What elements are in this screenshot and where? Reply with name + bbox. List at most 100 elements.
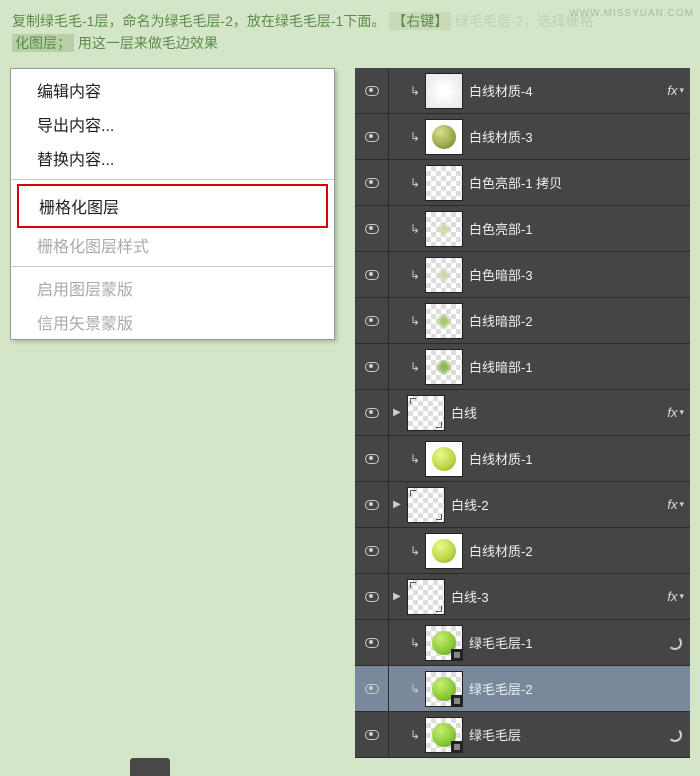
watermark: WWW.MISSYUAN.COM [569, 8, 694, 19]
layer-row[interactable]: ↳ 白色暗部-3 [355, 252, 690, 298]
layer-row[interactable]: ↳ 白线材质-2 [355, 528, 690, 574]
expand-arrow-icon[interactable]: ▶ [389, 499, 405, 510]
clip-arrow-icon: ↳ [409, 84, 421, 98]
layer-name[interactable]: 白线暗部-2 [469, 311, 690, 330]
layer-row[interactable]: ▶ 白线fx▾ [355, 390, 690, 436]
layer-name[interactable]: 绿毛毛层-2 [469, 679, 690, 698]
visibility-toggle[interactable] [355, 620, 389, 665]
smart-object-icon [451, 741, 463, 753]
layer-thumbnail[interactable] [425, 165, 463, 201]
layer-thumbnail[interactable] [425, 349, 463, 385]
visibility-toggle[interactable] [355, 436, 389, 481]
layer-thumbnail[interactable] [425, 625, 463, 661]
layer-name[interactable]: 白线材质-4 [469, 81, 667, 100]
layer-thumbnail[interactable] [425, 717, 463, 753]
menu-replace-content[interactable]: 替换内容... [11, 141, 334, 175]
layer-name[interactable]: 白线材质-1 [469, 449, 690, 468]
layer-thumbnail[interactable] [425, 303, 463, 339]
layer-name[interactable]: 白线材质-2 [469, 541, 690, 560]
eye-icon [365, 316, 379, 326]
layer-row[interactable]: ↳ 白线材质-3 [355, 114, 690, 160]
layer-row[interactable]: ↳绿毛毛层-2 [355, 666, 690, 712]
visibility-toggle[interactable] [355, 574, 389, 619]
layer-name[interactable]: 白色暗部-3 [469, 265, 690, 284]
clip-arrow-icon: ↳ [409, 544, 421, 558]
eye-icon [365, 86, 379, 96]
chevron-down-icon[interactable]: ▾ [679, 85, 684, 96]
layer-thumbnail[interactable] [407, 487, 445, 523]
chevron-down-icon[interactable]: ▾ [679, 591, 684, 602]
layer-thumbnail[interactable] [407, 579, 445, 615]
fx-indicator[interactable]: fx [667, 405, 677, 420]
eye-icon [365, 684, 379, 694]
visibility-toggle[interactable] [355, 160, 389, 205]
eye-icon [365, 362, 379, 372]
clip-arrow-icon: ↳ [409, 360, 421, 374]
layer-name[interactable]: 白线暗部-1 [469, 357, 690, 376]
layer-thumbnail[interactable] [425, 73, 463, 109]
menu-edit-content[interactable]: 编辑内容 [11, 73, 334, 107]
fx-indicator[interactable]: fx [667, 83, 677, 98]
layer-thumbnail[interactable] [425, 211, 463, 247]
layer-row[interactable]: ▶ 白线-2fx▾ [355, 482, 690, 528]
eye-icon [365, 638, 379, 648]
expand-arrow-icon[interactable]: ▶ [389, 407, 405, 418]
layer-thumbnail[interactable] [425, 533, 463, 569]
chevron-down-icon[interactable]: ▾ [679, 499, 684, 510]
layer-thumbnail[interactable] [425, 257, 463, 293]
layer-thumbnail[interactable] [425, 119, 463, 155]
menu-rasterize-layer[interactable]: 栅格化图层 [17, 184, 328, 228]
layer-row[interactable]: ▶ 白线-3fx▾ [355, 574, 690, 620]
visibility-toggle[interactable] [355, 344, 389, 389]
right-click-hint: 【右键】 [389, 12, 451, 30]
visibility-toggle[interactable] [355, 298, 389, 343]
layer-row[interactable]: ↳绿毛毛层-1 [355, 620, 690, 666]
fx-indicator[interactable]: fx [667, 497, 677, 512]
layer-name[interactable]: 绿毛毛层-1 [469, 633, 668, 652]
layer-thumbnail[interactable] [407, 395, 445, 431]
eye-icon [365, 730, 379, 740]
layer-name[interactable]: 白色亮部-1 拷贝 [469, 173, 690, 192]
visibility-toggle[interactable] [355, 666, 389, 711]
visibility-toggle[interactable] [355, 68, 389, 113]
context-menu: 编辑内容 导出内容... 替换内容... 栅格化图层 栅格化图层样式 启用图层蒙… [10, 68, 335, 340]
layer-row[interactable]: ↳白线暗部-2 [355, 298, 690, 344]
layer-name[interactable]: 白线-2 [451, 495, 667, 514]
menu-enable-mask: 启用图层蒙版 [11, 271, 334, 305]
clip-arrow-icon: ↳ [409, 268, 421, 282]
layer-name[interactable]: 白线材质-3 [469, 127, 690, 146]
layer-row[interactable]: ↳ 白线材质-4fx▾ [355, 68, 690, 114]
layer-name[interactable]: 白色亮部-1 [469, 219, 690, 238]
smart-object-icon [451, 649, 463, 661]
clip-arrow-icon: ↳ [409, 452, 421, 466]
visibility-toggle[interactable] [355, 712, 389, 757]
expand-arrow-icon[interactable]: ▶ [389, 591, 405, 602]
eye-icon [365, 500, 379, 510]
visibility-toggle[interactable] [355, 206, 389, 251]
clip-arrow-icon: ↳ [409, 130, 421, 144]
filter-icon[interactable] [668, 728, 682, 742]
layer-row[interactable]: ↳ 绿毛毛层 [355, 712, 690, 758]
visibility-toggle[interactable] [355, 482, 389, 527]
chevron-down-icon[interactable]: ▾ [679, 407, 684, 418]
clip-arrow-icon: ↳ [409, 728, 421, 742]
filter-icon[interactable] [668, 636, 682, 650]
layer-row[interactable]: ↳ 白色亮部-1 [355, 206, 690, 252]
visibility-toggle[interactable] [355, 528, 389, 573]
layer-row[interactable]: ↳白色亮部-1 拷贝 [355, 160, 690, 206]
layer-name[interactable]: 白线-3 [451, 587, 667, 606]
fx-indicator[interactable]: fx [667, 589, 677, 604]
layer-name[interactable]: 绿毛毛层 [469, 725, 668, 744]
visibility-toggle[interactable] [355, 390, 389, 435]
layers-panel: ↳白线材质-4fx▾↳白线材质-3↳白色亮部-1 拷贝↳白色亮部-1↳白色暗部-… [355, 68, 690, 758]
eye-icon [365, 224, 379, 234]
layer-row[interactable]: ↳ 白线材质-1 [355, 436, 690, 482]
layer-thumbnail[interactable] [425, 441, 463, 477]
layer-row[interactable]: ↳ 白线暗部-1 [355, 344, 690, 390]
clip-arrow-icon: ↳ [409, 222, 421, 236]
menu-export-content[interactable]: 导出内容... [11, 107, 334, 141]
layer-thumbnail[interactable] [425, 671, 463, 707]
visibility-toggle[interactable] [355, 114, 389, 159]
visibility-toggle[interactable] [355, 252, 389, 297]
layer-name[interactable]: 白线 [451, 403, 667, 422]
